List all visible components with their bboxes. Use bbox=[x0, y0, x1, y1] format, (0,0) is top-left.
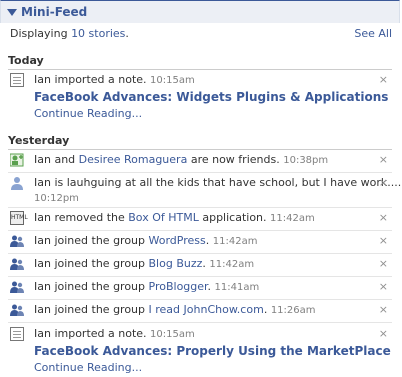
note-title-link[interactable]: FaceBook Advances: Properly Using the Ma… bbox=[34, 344, 391, 358]
divider bbox=[8, 207, 392, 208]
app-link[interactable]: Box Of HTML bbox=[128, 211, 199, 224]
story-time: 11:26am bbox=[270, 305, 316, 316]
remove-story-button[interactable]: × bbox=[379, 257, 388, 270]
group-icon bbox=[10, 304, 24, 316]
group-link[interactable]: WordPress bbox=[149, 234, 206, 247]
friend-link[interactable]: Desiree Romaguera bbox=[79, 153, 188, 166]
divider bbox=[8, 253, 392, 254]
story-imported-note: Ian imported a note. 10:15am × FaceBook … bbox=[8, 71, 392, 125]
remove-story-button[interactable]: × bbox=[379, 234, 388, 247]
story-time: 10:12pm bbox=[34, 193, 79, 204]
group-icon bbox=[10, 235, 24, 247]
mini-feed: Mini-Feed Displaying 10 stories. See All… bbox=[0, 0, 402, 377]
story-time: 10:15am bbox=[150, 329, 195, 340]
divider bbox=[8, 230, 392, 231]
mini-feed-title[interactable]: Mini-Feed bbox=[21, 5, 87, 19]
story-joined-group: Ian joined the group I read JohnChow.com… bbox=[8, 301, 392, 323]
story-friendship: Ian and Desiree Romaguera are now friend… bbox=[8, 151, 392, 173]
story-time: 11:42am bbox=[270, 213, 315, 224]
divider bbox=[8, 299, 392, 300]
mini-feed-header[interactable]: Mini-Feed bbox=[0, 0, 400, 23]
section-heading-today: Today bbox=[8, 54, 392, 70]
remove-story-button[interactable]: × bbox=[379, 176, 388, 189]
divider bbox=[8, 172, 392, 173]
group-link[interactable]: Blog Buzz bbox=[149, 257, 203, 270]
story-time: 10:15am bbox=[150, 75, 195, 86]
story-joined-group: Ian joined the group Blog Buzz. 11:42am … bbox=[8, 255, 392, 277]
note-icon bbox=[10, 73, 24, 87]
remove-story-button[interactable]: × bbox=[379, 73, 388, 86]
stories-count-link[interactable]: 10 stories bbox=[71, 27, 125, 40]
collapse-arrow-icon[interactable] bbox=[7, 9, 17, 16]
story-imported-note: Ian imported a note. 10:15am × FaceBook … bbox=[8, 325, 392, 377]
note-icon bbox=[10, 327, 24, 341]
story-status: Ian is lauhguing at all the kids that ha… bbox=[8, 174, 402, 208]
remove-story-button[interactable]: × bbox=[379, 303, 388, 316]
remove-story-button[interactable]: × bbox=[379, 153, 388, 166]
story-removed-app: HTML Ian removed the Box Of HTML applica… bbox=[8, 209, 392, 231]
friends-icon bbox=[10, 153, 24, 167]
group-icon bbox=[10, 281, 24, 293]
continue-reading-link[interactable]: Continue Reading... bbox=[34, 107, 142, 120]
stories-summary: Displaying 10 stories. bbox=[10, 27, 129, 40]
person-icon bbox=[11, 177, 23, 190]
story-time: 10:38pm bbox=[283, 155, 329, 166]
html-app-icon: HTML bbox=[10, 211, 28, 225]
story-time: 11:42am bbox=[212, 236, 258, 247]
divider bbox=[8, 322, 392, 323]
remove-story-button[interactable]: × bbox=[379, 280, 388, 293]
story-time: 11:42am bbox=[209, 259, 255, 270]
divider bbox=[8, 276, 392, 277]
note-title-link[interactable]: FaceBook Advances: Widgets Plugins & App… bbox=[34, 90, 388, 104]
remove-story-button[interactable]: × bbox=[379, 327, 388, 340]
story-joined-group: Ian joined the group WordPress. 11:42am … bbox=[8, 232, 392, 254]
group-icon bbox=[10, 258, 24, 270]
section-heading-yesterday: Yesterday bbox=[8, 134, 392, 150]
story-time: 11:41am bbox=[214, 282, 260, 293]
remove-story-button[interactable]: × bbox=[379, 211, 388, 224]
continue-reading-link[interactable]: Continue Reading... bbox=[34, 361, 142, 374]
see-all-link[interactable]: See All bbox=[354, 27, 392, 40]
group-link[interactable]: I read JohnChow.com bbox=[149, 303, 264, 316]
group-link[interactable]: ProBlogger bbox=[149, 280, 208, 293]
story-joined-group: Ian joined the group ProBlogger. 11:41am… bbox=[8, 278, 392, 300]
